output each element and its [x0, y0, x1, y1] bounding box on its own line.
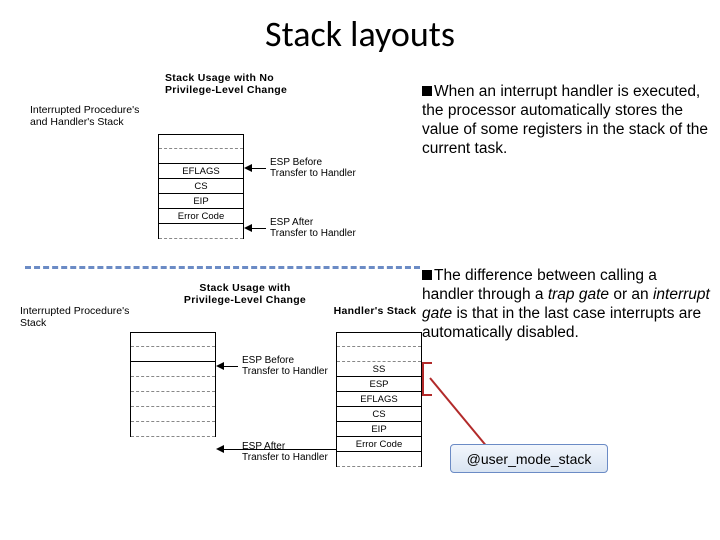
diagram-no-priv-change: Stack Usage with No Privilege-Level Chan…: [30, 72, 410, 257]
diagram1-esp-before: ESP BeforeTransfer to Handler: [244, 157, 356, 179]
diagram2-left-stack: [130, 332, 216, 437]
paragraph-2: The difference between calling a handler…: [422, 266, 710, 342]
bullet-icon: [422, 270, 432, 280]
arrow-left-icon: [216, 362, 224, 370]
arrow-left-icon: [244, 164, 252, 172]
slide-title: Stack layouts: [0, 12, 720, 56]
slide: Stack layouts Stack Usage with No Privil…: [0, 0, 720, 540]
separator-line: [25, 266, 420, 269]
diagram2-heading: Stack Usage with Privilege-Level Change: [175, 282, 315, 306]
bullet-icon: [422, 86, 432, 96]
paragraph-1: When an interrupt handler is executed, t…: [422, 82, 710, 158]
diagram-priv-change: Stack Usage with Privilege-Level Change …: [20, 282, 422, 497]
bracket-user-stack: [422, 362, 432, 396]
diagram2-esp-before: ESP BeforeTransfer to Handler: [216, 355, 328, 377]
diagram2-esp-after: ESP AfterTransfer to Handler: [216, 445, 336, 453]
diagram1-heading: Stack Usage with No Privilege-Level Chan…: [165, 72, 315, 96]
diagram1-stack-label: Interrupted Procedure's and Handler's St…: [30, 104, 156, 128]
diagram2-right-stack-label: Handler's Stack: [330, 305, 420, 317]
arrow-left-icon: [216, 445, 224, 453]
diagram2-right-stack: SS ESP EFLAGS CS EIP Error Code: [336, 332, 422, 467]
diagram1-esp-after: ESP AfterTransfer to Handler: [244, 217, 356, 239]
arrow-left-icon: [244, 224, 252, 232]
callout-user-mode-stack: @user_mode_stack: [450, 444, 608, 473]
diagram1-stack: EFLAGS CS EIP Error Code: [158, 134, 244, 239]
diagram2-left-stack-label: Interrupted Procedure's Stack: [20, 305, 150, 329]
